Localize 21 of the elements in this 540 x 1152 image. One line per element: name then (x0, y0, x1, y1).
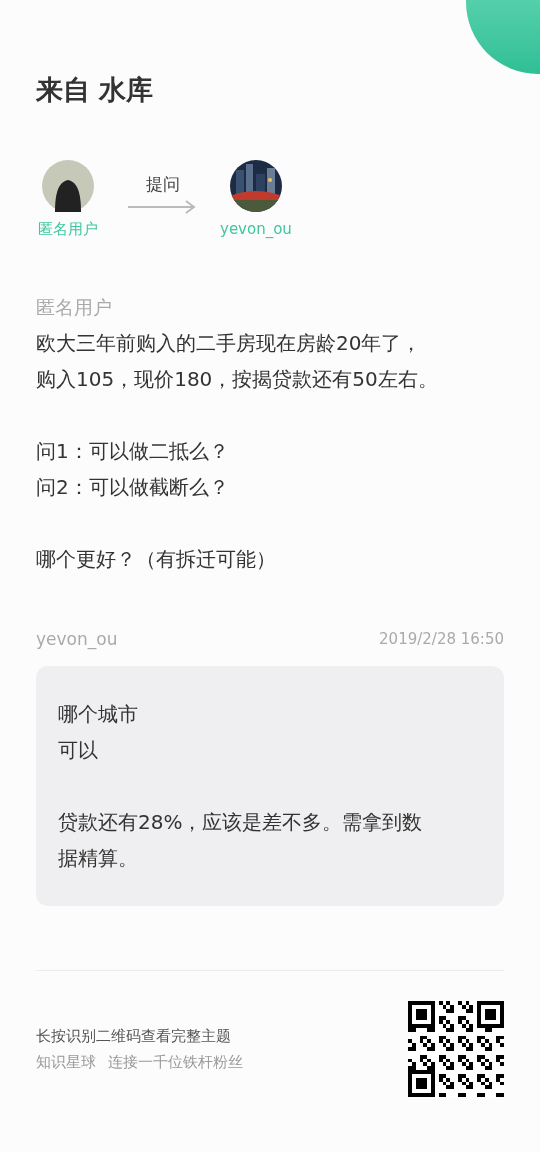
text-line: 据精算。 (58, 845, 139, 872)
answer-author: yevon_ou (36, 627, 118, 652)
text-line: 问2：可以做截断么？ (36, 473, 230, 501)
action-label: 提问 (146, 173, 180, 196)
page-title: 来自 水库 (36, 73, 154, 107)
text-line: 哪个更好？（有拆迁可能） (36, 545, 277, 573)
question-author: 匿名用户 (36, 294, 113, 320)
text-line: 购入105，现价180，按揭贷款还有50左右。 (36, 365, 439, 393)
arrow-icon (128, 199, 198, 214)
avatar-icon (42, 160, 94, 212)
asker-name: 匿名用户 (38, 219, 98, 240)
text-line: 贷款还有28%，应该是差不多。需拿到数 (58, 809, 424, 836)
answer-time: 2019/2/28 16:50 (379, 629, 504, 650)
text-line: 可以 (58, 737, 99, 764)
answerer-name: yevon_ou (220, 219, 292, 240)
text-line: 问1：可以做二抵么？ (36, 437, 230, 465)
source-name: 知识星球 (36, 1052, 96, 1073)
qr-hint: 长按识别二维码查看完整主题 (36, 1026, 232, 1047)
text-line: 哪个城市 (58, 701, 139, 728)
text-line: 欧大三年前购入的二手房现在房龄20年了， (36, 329, 423, 357)
tagline: 连接一千位铁杆粉丝 (108, 1052, 243, 1073)
